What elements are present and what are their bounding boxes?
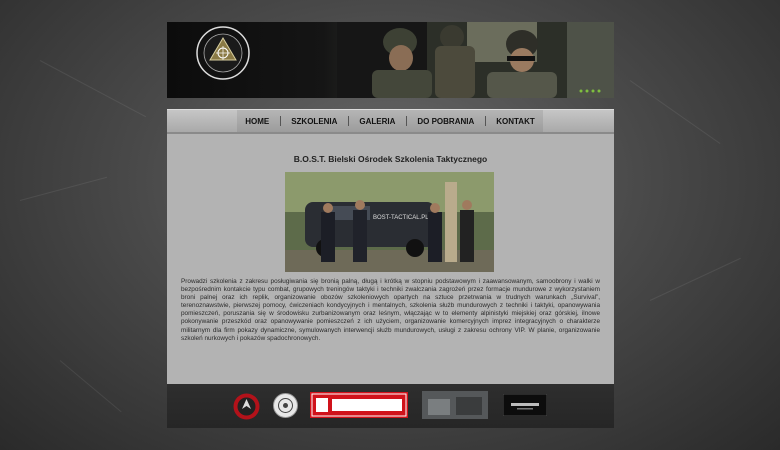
car-sign-text: BOST-TACTICAL.PL xyxy=(373,215,429,221)
nav-separator xyxy=(484,116,486,126)
main-navigation: HOME SZKOLENIA GALERIA DO POBRANIA KONTA… xyxy=(167,109,614,133)
page-title: B.O.S.T. Bielski Ośrodek Szkolenia Takty… xyxy=(293,154,488,164)
nav-separator xyxy=(279,116,281,126)
description-text: Prowadzi szkolenia z zakresu posługiwani… xyxy=(181,278,600,342)
beast-logo[interactable] xyxy=(503,394,547,416)
nav-galeria[interactable]: GALERIA xyxy=(353,117,401,126)
mactronic-logo[interactable] xyxy=(310,392,408,418)
bost-logo[interactable] xyxy=(196,26,250,80)
nav-do-pobrania[interactable]: DO POBRANIA xyxy=(411,117,480,126)
sponsor-footer xyxy=(167,384,614,428)
round-emblem-logo[interactable] xyxy=(273,393,298,418)
main-content: B.O.S.T. Bielski Ośrodek Szkolenia Takty… xyxy=(167,132,614,386)
nav-home[interactable]: HOME xyxy=(239,117,275,126)
nav-separator xyxy=(347,116,349,126)
nav-kontakt[interactable]: KONTAKT xyxy=(490,117,541,126)
eagle-emblem-logo[interactable] xyxy=(233,393,260,420)
team-photo: BOST-TACTICAL.PL xyxy=(285,172,494,272)
nav-separator xyxy=(405,116,407,126)
site-header xyxy=(167,22,614,98)
page-container: HOME SZKOLENIA GALERIA DO POBRANIA KONTA… xyxy=(167,22,614,428)
training-room-logo[interactable] xyxy=(422,391,488,419)
nav-szkolenia[interactable]: SZKOLENIA xyxy=(285,117,343,126)
